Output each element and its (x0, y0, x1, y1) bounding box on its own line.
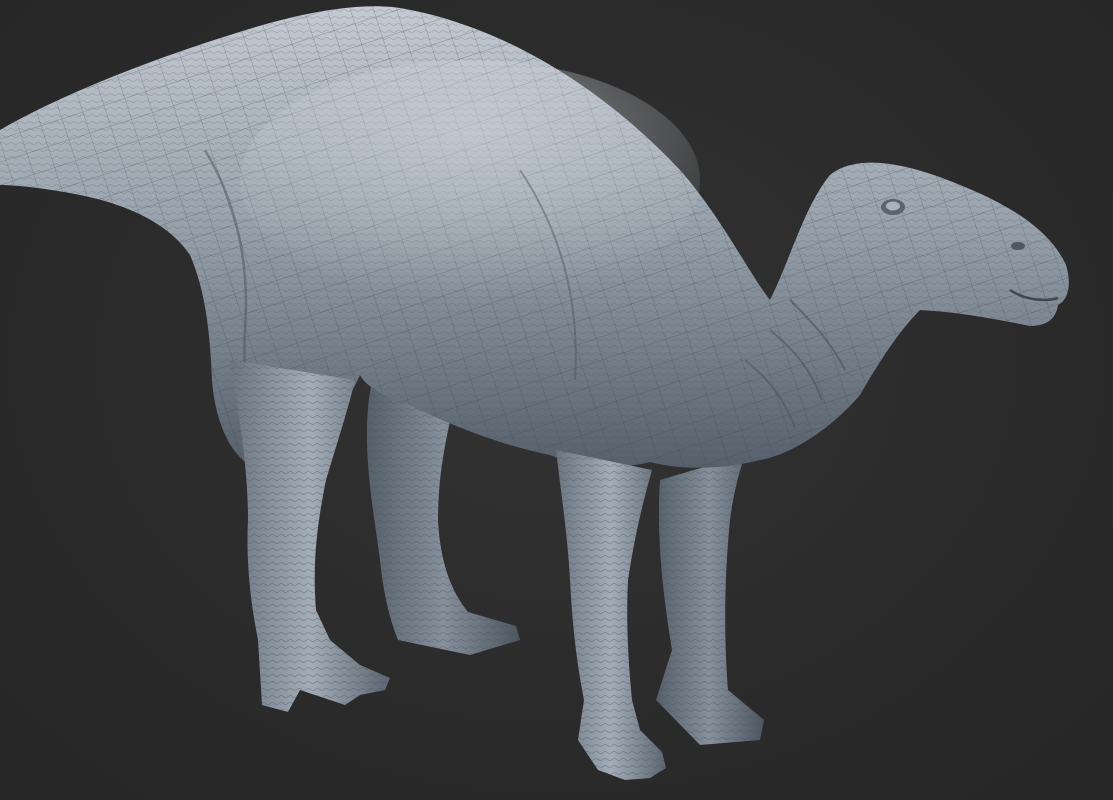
far-front-leg (656, 455, 764, 745)
near-front-leg (556, 450, 666, 780)
dinosaur-body (0, 6, 1069, 471)
dinosaur-sculpt-render (0, 6, 1069, 780)
3d-viewport[interactable] (0, 0, 1113, 800)
near-hind-leg (230, 360, 390, 712)
